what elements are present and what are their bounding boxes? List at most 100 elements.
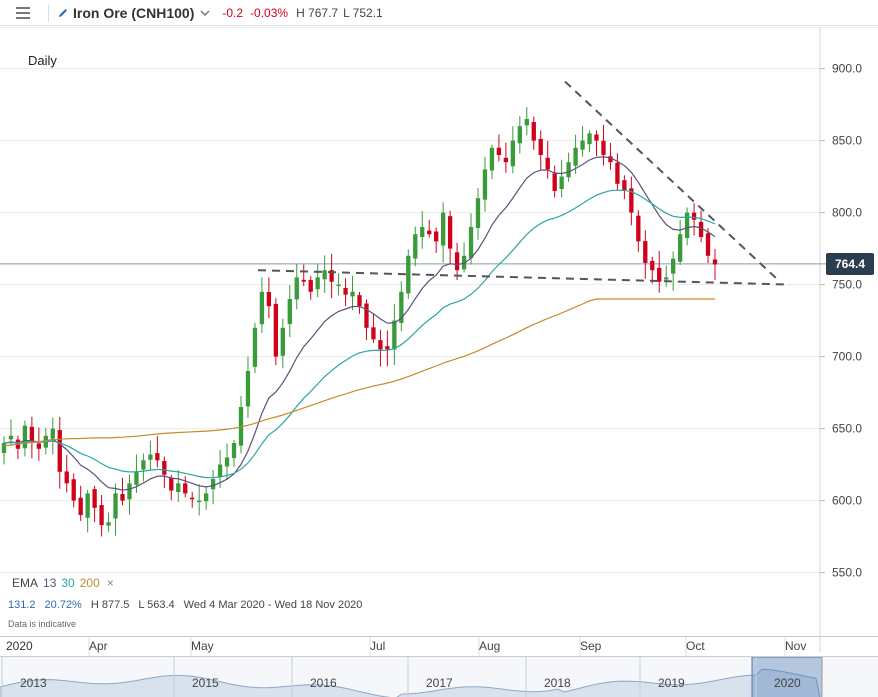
instrument-selector[interactable]: Iron Ore (CNH100) xyxy=(57,5,212,21)
candle-body xyxy=(622,180,627,191)
candle-body xyxy=(120,493,125,501)
candle-body xyxy=(510,140,516,167)
ema-13-label[interactable]: 13 xyxy=(43,576,56,590)
candle-body xyxy=(587,133,592,145)
candle-body xyxy=(252,327,258,367)
timeline-year-label: 2020 xyxy=(6,639,33,653)
candle-body xyxy=(594,134,599,141)
candle-body xyxy=(643,241,648,263)
candle-body xyxy=(64,471,69,484)
range-navigator[interactable]: 2013 2015 2016 2017 2018 2019 2020 xyxy=(0,656,878,697)
navigator-year-label: 2016 xyxy=(310,676,337,690)
candle-body xyxy=(92,489,97,508)
candle-body xyxy=(427,230,432,235)
candle-body xyxy=(50,428,55,439)
timeline-month-label: Aug xyxy=(479,639,500,653)
hamburger-menu-icon[interactable] xyxy=(16,3,38,23)
candle-body xyxy=(294,277,299,300)
price-chart[interactable]: 550.0 600.0 650.0 700.0 750.0 800.0 850.0 900.0… xyxy=(0,27,878,652)
candle-body xyxy=(113,493,118,519)
candle-body xyxy=(489,147,495,171)
candle-body xyxy=(176,483,181,492)
instrument-header: Iron Ore (CNH100) -0.2 -0.03% H 767.7 L … xyxy=(0,0,878,26)
candle-body xyxy=(503,157,509,163)
candle-body xyxy=(245,371,251,407)
candle-body xyxy=(210,479,216,490)
candle-body xyxy=(141,460,146,470)
candle-body xyxy=(259,291,265,325)
candle-body xyxy=(343,287,348,295)
candle-body xyxy=(440,212,446,246)
candle-body xyxy=(385,346,390,350)
candle-body xyxy=(106,522,111,526)
candle-body xyxy=(57,430,62,472)
candle-body xyxy=(127,483,132,500)
candle-body xyxy=(420,227,425,238)
session-high: H 767.7 xyxy=(296,5,339,20)
candle-body xyxy=(350,291,355,297)
price-change-percent: -0.03% xyxy=(250,5,289,20)
ema-30-label[interactable]: 30 xyxy=(61,576,74,590)
candle-body xyxy=(552,173,557,191)
timeline-month-label: Nov xyxy=(785,639,806,653)
candle-body xyxy=(183,483,188,494)
resistance-trendline xyxy=(564,80,781,283)
range-low: L 563.4 xyxy=(138,599,175,611)
header-divider xyxy=(48,3,49,22)
candle-body xyxy=(364,303,369,328)
y-tick-label: 750.0 xyxy=(832,278,862,292)
ema-13-line xyxy=(3,156,716,491)
candle-body xyxy=(308,280,313,292)
candle-body xyxy=(287,299,292,325)
timeline-month-label: Jul xyxy=(370,639,385,653)
range-change-percent: 20.72% xyxy=(44,599,82,611)
candle-body xyxy=(203,493,209,502)
period-label: Daily xyxy=(28,53,57,68)
candle-body xyxy=(36,443,42,449)
chevron-down-icon[interactable] xyxy=(198,7,212,19)
candle-body xyxy=(99,505,104,526)
candle-body xyxy=(217,464,223,478)
candle-body xyxy=(378,340,383,350)
candle-body xyxy=(406,255,411,294)
price-change: -0.2 xyxy=(222,5,244,20)
candle-body xyxy=(434,231,439,242)
candle-body xyxy=(315,277,320,290)
candle-body xyxy=(538,138,543,155)
candle-body xyxy=(545,157,550,170)
candle-body xyxy=(85,493,90,518)
range-change: 131.2 xyxy=(8,599,36,611)
candle-body xyxy=(162,460,167,475)
y-tick-label: 850.0 xyxy=(832,134,862,148)
candle-body xyxy=(657,267,662,282)
candle-body xyxy=(691,212,697,220)
ema-30-line xyxy=(3,189,716,479)
candle-body xyxy=(1,443,7,454)
candle-body xyxy=(573,147,578,166)
chart-canvas[interactable]: 550.0 600.0 650.0 700.0 750.0 800.0 850.0 900.0 xyxy=(0,27,878,652)
ema-legend: EMA 13 30 200 × xyxy=(12,576,114,590)
candle-body xyxy=(371,327,376,340)
candle-body xyxy=(559,176,564,189)
candle-body xyxy=(705,233,711,256)
candle-body xyxy=(301,279,306,282)
candle-body xyxy=(475,198,481,228)
candle-body xyxy=(273,303,279,357)
candle-body xyxy=(636,215,641,242)
candle-body xyxy=(413,234,418,259)
candle-body xyxy=(322,270,327,280)
ema-legend-label: EMA xyxy=(12,576,39,590)
support-trendline xyxy=(257,269,791,286)
remove-indicator-icon[interactable]: × xyxy=(107,576,114,590)
candle-body xyxy=(712,259,718,265)
candle-body xyxy=(517,126,522,144)
candle-body xyxy=(169,477,174,491)
time-axis: 2020 Apr May Jul Aug Sep Oct Nov xyxy=(0,636,878,656)
timeline-month-label: May xyxy=(191,639,214,653)
navigator-year-label: 2018 xyxy=(544,676,571,690)
ema-200-label[interactable]: 200 xyxy=(80,576,100,590)
y-tick-label: 650.0 xyxy=(832,422,862,436)
candle-body xyxy=(566,162,571,178)
y-tick-label: 700.0 xyxy=(832,350,862,364)
date-range: Wed 4 Mar 2020 - Wed 18 Nov 2020 xyxy=(183,599,363,611)
